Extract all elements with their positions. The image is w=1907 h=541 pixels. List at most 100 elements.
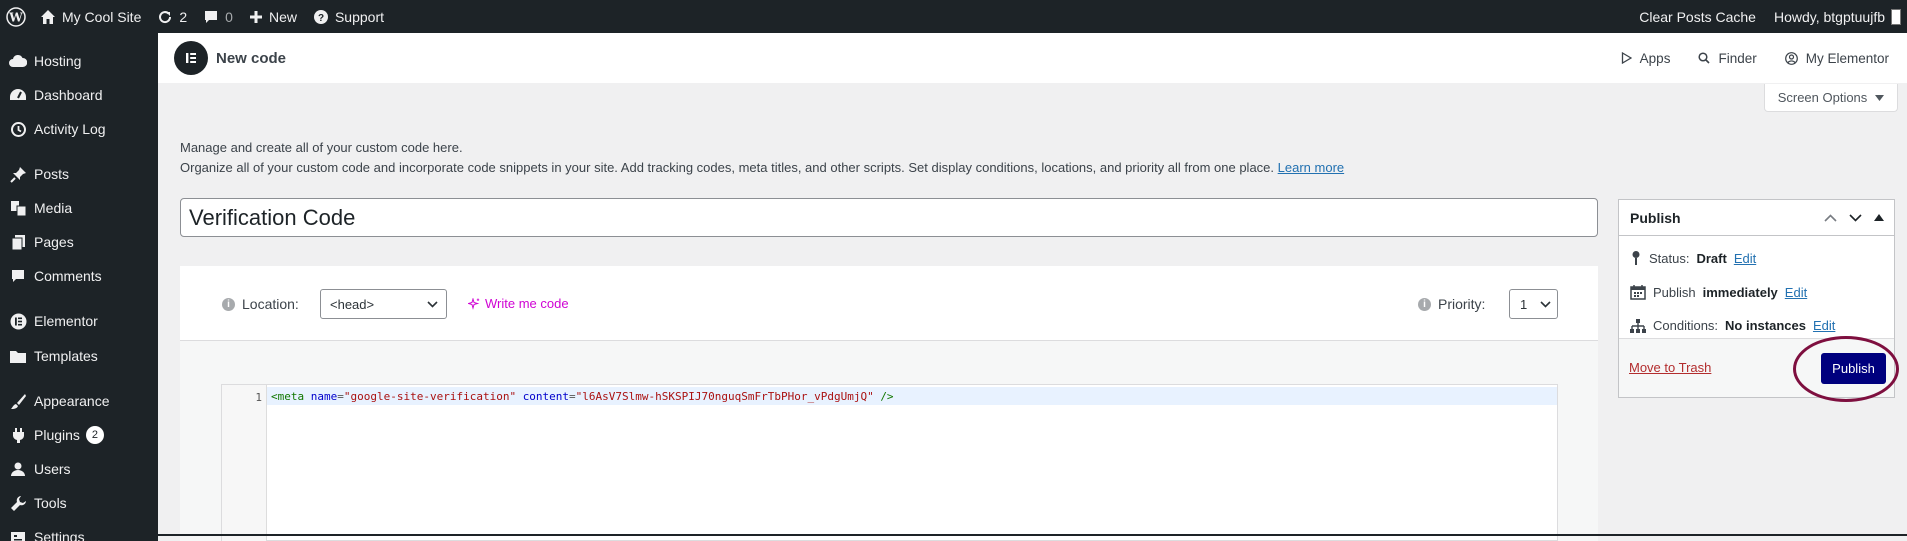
sidebar-item-templates[interactable]: Templates xyxy=(0,341,158,371)
site-name: My Cool Site xyxy=(62,8,142,25)
code-token-tag-close: /> xyxy=(880,390,894,403)
support-link[interactable]: ? Support xyxy=(305,0,392,33)
my-elementor-label: My Elementor xyxy=(1805,50,1889,66)
caret-down-icon xyxy=(1875,94,1885,101)
sparkle-icon xyxy=(468,297,480,310)
intro-description: Organize all of your custom code and inc… xyxy=(180,160,1275,175)
help-icon: ? xyxy=(313,9,328,24)
location-select[interactable]: <head> xyxy=(320,289,447,319)
custom-code-panel: i Location: <head> Write me code i Prior… xyxy=(180,266,1598,541)
plugins-update-badge: 2 xyxy=(85,426,104,444)
updates-count: 2 xyxy=(179,8,188,25)
priority-label-group: i Priority: xyxy=(1418,296,1485,312)
code-editor[interactable]: 1 <meta name="google-site-verification" … xyxy=(221,384,1558,541)
apps-label: Apps xyxy=(1639,50,1671,66)
sidebar-item-label: Hosting xyxy=(34,53,82,69)
bottom-border xyxy=(158,534,1907,536)
edit-conditions-link[interactable]: Edit xyxy=(1813,318,1835,333)
info-icon: i xyxy=(1418,297,1431,311)
sidebar-item-tools[interactable]: Tools xyxy=(0,488,158,518)
pages-icon xyxy=(0,234,34,251)
chevron-down-icon xyxy=(1540,300,1551,308)
settings-icon xyxy=(0,529,34,541)
wordpress-logo-button[interactable]: W xyxy=(0,0,32,33)
info-icon: i xyxy=(222,297,235,311)
new-content-link[interactable]: New xyxy=(241,0,305,33)
sidebar-item-plugins[interactable]: Plugins 2 xyxy=(0,420,158,450)
media-icon xyxy=(0,200,34,217)
priority-select[interactable]: 1 xyxy=(1509,289,1558,319)
history-icon xyxy=(0,121,34,138)
sidebar-item-comments[interactable]: Comments xyxy=(0,261,158,291)
code-token-tag-open: <meta xyxy=(271,390,305,403)
sidebar-item-label: Dashboard xyxy=(34,87,103,103)
sidebar-item-posts[interactable]: Posts xyxy=(0,159,158,189)
page-title: New code xyxy=(216,49,287,67)
sidebar-item-media[interactable]: Media xyxy=(0,193,158,223)
sidebar-item-label: Plugins xyxy=(34,427,80,443)
annotation-circle xyxy=(1793,336,1899,402)
user-icon xyxy=(0,461,34,477)
edit-status-link[interactable]: Edit xyxy=(1734,251,1756,266)
location-label-group: i Location: xyxy=(222,296,299,312)
chevron-down-icon[interactable] xyxy=(1849,213,1862,222)
my-elementor-link[interactable]: My Elementor xyxy=(1784,50,1889,66)
screen-options-button[interactable]: Screen Options xyxy=(1764,84,1898,112)
sidebar-item-label: Tools xyxy=(34,495,67,511)
sidebar-item-pages[interactable]: Pages xyxy=(0,227,158,257)
my-account-link[interactable]: Howdy, btgptuujfb xyxy=(1766,0,1907,33)
sidebar-item-appearance[interactable]: Appearance xyxy=(0,386,158,416)
status-value: Draft xyxy=(1696,250,1727,266)
sidebar-item-settings[interactable]: Settings xyxy=(0,522,158,541)
sidebar-item-activity-log[interactable]: Activity Log xyxy=(0,114,158,144)
line-number: 1 xyxy=(255,391,262,404)
status-label: Status: xyxy=(1649,250,1690,266)
avatar xyxy=(1891,8,1901,25)
edit-publish-link[interactable]: Edit xyxy=(1785,285,1807,300)
code-line: <meta name="google-site-verification" co… xyxy=(271,390,894,403)
screen-options-label: Screen Options xyxy=(1777,90,1868,105)
brush-icon xyxy=(0,393,34,410)
updates-link[interactable]: 2 xyxy=(149,0,195,33)
updates-icon xyxy=(159,10,172,23)
sidebar-item-label: Media xyxy=(34,200,73,216)
collapse-triangle-icon[interactable] xyxy=(1874,213,1884,221)
learn-more-link[interactable]: Learn more xyxy=(1278,160,1344,175)
svg-text:?: ? xyxy=(318,13,324,24)
sidebar-item-dashboard[interactable]: Dashboard xyxy=(0,80,158,110)
sitemap-icon xyxy=(1630,318,1646,333)
plus-icon xyxy=(249,10,262,23)
support-label: Support xyxy=(334,8,385,25)
clear-cache-link[interactable]: Clear Posts Cache xyxy=(1631,0,1766,33)
sidebar-item-label: Templates xyxy=(34,348,98,364)
publish-value: immediately xyxy=(1702,284,1778,300)
code-token-string: "google-site-verification" xyxy=(343,390,517,403)
code-settings-toolbar: i Location: <head> Write me code i Prior… xyxy=(180,266,1598,341)
play-icon xyxy=(1621,52,1632,64)
sidebar-item-elementor[interactable]: Elementor xyxy=(0,306,158,336)
location-value: <head> xyxy=(330,296,375,312)
comments-link[interactable]: 0 xyxy=(195,0,241,33)
publish-box-title: Publish xyxy=(1630,209,1681,226)
intro-line-2: Organize all of your custom code and inc… xyxy=(180,158,1344,178)
elementor-top-bar: New code Apps Finder My Elementor xyxy=(158,33,1907,83)
sidebar-item-hosting[interactable]: Hosting xyxy=(0,46,158,76)
chevron-up-icon[interactable] xyxy=(1824,213,1837,222)
publish-date-row: Publish immediately Edit xyxy=(1630,284,1807,300)
conditions-label: Conditions: xyxy=(1653,318,1719,333)
code-title-input[interactable]: Verification Code xyxy=(180,198,1598,237)
comment-icon xyxy=(0,268,34,284)
apps-link[interactable]: Apps xyxy=(1621,50,1671,66)
sidebar-item-label: Posts xyxy=(34,166,70,182)
site-name-link[interactable]: My Cool Site xyxy=(32,0,149,33)
pin-icon xyxy=(0,166,34,183)
write-me-code-button[interactable]: Write me code xyxy=(468,296,569,311)
howdy-label: Howdy, btgptuujfb xyxy=(1773,8,1885,25)
sidebar-item-label: Activity Log xyxy=(34,121,106,137)
finder-link[interactable]: Finder xyxy=(1698,50,1757,66)
sidebar-item-users[interactable]: Users xyxy=(0,454,158,484)
clear-cache-label: Clear Posts Cache xyxy=(1639,8,1756,25)
location-label: Location: xyxy=(242,296,299,312)
finder-label: Finder xyxy=(1718,50,1757,66)
move-to-trash-link[interactable]: Move to Trash xyxy=(1629,360,1711,375)
